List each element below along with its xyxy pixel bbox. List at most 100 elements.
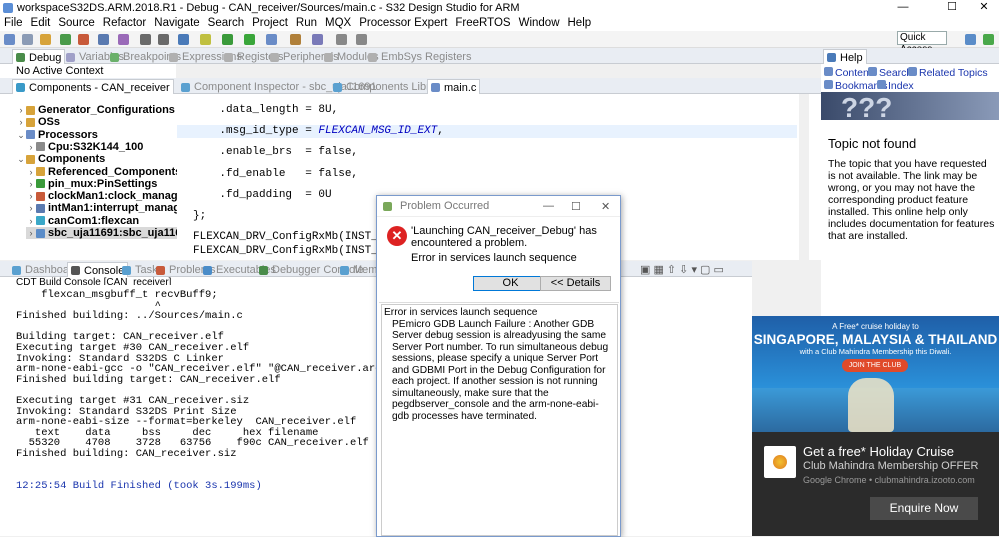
dialog-maximize-button[interactable]: ☐ bbox=[571, 200, 581, 213]
stop-icon[interactable] bbox=[78, 34, 89, 45]
help-link-related-topics[interactable]: Related Topics bbox=[908, 67, 988, 79]
ad-banner-image[interactable]: A Free* cruise holiday to SINGAPORE, MAL… bbox=[752, 316, 999, 432]
dialog-message: 'Launching CAN_receiver_Debug' has encou… bbox=[411, 225, 597, 249]
flash-icon[interactable] bbox=[98, 34, 109, 45]
tab-help-label: Help bbox=[840, 51, 863, 64]
tree-item-label: Referenced_Components bbox=[48, 165, 182, 178]
tab-embsys-registers[interactable]: EmbSys Registers bbox=[368, 50, 471, 64]
tab-components[interactable]: Components - CAN_receiver bbox=[12, 79, 174, 95]
perspective-c-icon[interactable] bbox=[983, 34, 994, 45]
nav-forward-icon[interactable] bbox=[356, 34, 367, 45]
related-topics-icon bbox=[908, 67, 917, 76]
debug-status: No Active Context bbox=[16, 65, 104, 77]
step-into-icon[interactable] bbox=[140, 34, 151, 45]
expressions-icon bbox=[169, 52, 178, 62]
join-the-club-button[interactable]: JOIN THE CLUB bbox=[842, 359, 908, 372]
tree-item[interactable]: › OSs bbox=[16, 116, 61, 128]
menu-edit[interactable]: Edit bbox=[27, 17, 55, 29]
help-tabbar: Help bbox=[821, 48, 999, 65]
tree-item[interactable]: ⌄ Processors bbox=[16, 129, 98, 141]
menu-source[interactable]: Source bbox=[54, 17, 98, 29]
menu-mqx[interactable]: MQX bbox=[321, 17, 355, 29]
close-window-button[interactable]: ✕ bbox=[969, 0, 999, 15]
tree-node-icon bbox=[26, 117, 35, 127]
debug-icon[interactable] bbox=[60, 34, 71, 45]
tab-main-c-label: main.c bbox=[444, 81, 477, 94]
terminate-icon[interactable] bbox=[178, 34, 189, 45]
tree-item[interactable]: › Cpu:S32K144_100 bbox=[26, 141, 144, 153]
external-tools-icon[interactable] bbox=[266, 34, 277, 45]
index-icon bbox=[877, 80, 886, 89]
maximize-button[interactable]: ☐ bbox=[937, 0, 967, 15]
tree-twisty-icon[interactable]: › bbox=[26, 202, 36, 214]
new-icon[interactable] bbox=[4, 34, 15, 45]
console-actions[interactable]: ▣ ▦ ⇧ ⇩ ▾ ▢ ▭ bbox=[640, 263, 724, 277]
open-type-icon[interactable] bbox=[290, 34, 301, 45]
tree-twisty-icon[interactable]: › bbox=[16, 116, 26, 128]
step-over-icon[interactable] bbox=[158, 34, 169, 45]
details-body: PEmicro GDB Launch Failure : Another GDB… bbox=[392, 318, 609, 422]
tree-node-icon bbox=[36, 142, 45, 152]
tab-main-c[interactable]: main.c bbox=[427, 79, 481, 95]
tree-twisty-icon[interactable]: ⌄ bbox=[16, 153, 26, 165]
tree-twisty-icon[interactable]: › bbox=[16, 104, 26, 116]
menu-freertos[interactable]: FreeRTOS bbox=[451, 17, 514, 29]
menu-window[interactable]: Window bbox=[515, 17, 564, 29]
build-icon[interactable] bbox=[40, 34, 51, 45]
help-link-search[interactable]: Search bbox=[868, 67, 912, 79]
tree-item[interactable]: ⌄ Components bbox=[16, 153, 105, 165]
app-icon bbox=[3, 2, 13, 13]
ad-source: Google Chrome • clubmahindra.izooto.com bbox=[803, 475, 975, 485]
tree-twisty-icon[interactable]: ⌄ bbox=[16, 129, 26, 141]
menu-navigate[interactable]: Navigate bbox=[150, 17, 203, 29]
tree-twisty-icon[interactable]: › bbox=[26, 215, 36, 227]
menu-refactor[interactable]: Refactor bbox=[99, 17, 150, 29]
ok-button[interactable]: OK bbox=[473, 276, 548, 291]
run-icon[interactable] bbox=[222, 34, 233, 45]
search-icon bbox=[868, 67, 877, 76]
menu-processor-expert[interactable]: Processor Expert bbox=[355, 17, 451, 29]
problems-icon bbox=[156, 265, 165, 275]
minimize-button[interactable]: — bbox=[888, 0, 918, 15]
tree-twisty-icon[interactable]: › bbox=[26, 141, 36, 153]
tree-twisty-icon[interactable]: › bbox=[26, 227, 36, 239]
tab-console[interactable]: Console bbox=[67, 262, 129, 278]
tree-item[interactable]: › canCom1:flexcan bbox=[26, 215, 140, 227]
save-icon[interactable] bbox=[22, 34, 33, 45]
tree-item[interactable]: › sbc_uja11691:sbc_uja1169 bbox=[26, 227, 188, 239]
tree-item[interactable]: › intMan1:interrupt_manager bbox=[26, 202, 191, 214]
help-link-index[interactable]: Index bbox=[877, 80, 914, 92]
menu-help[interactable]: Help bbox=[564, 17, 596, 29]
details-button[interactable]: << Details bbox=[540, 276, 611, 291]
tree-item-label: Generator_Configurations bbox=[38, 104, 175, 116]
tree-node-icon bbox=[36, 179, 45, 189]
tree-twisty-icon[interactable]: › bbox=[26, 190, 36, 202]
nav-back-icon[interactable] bbox=[336, 34, 347, 45]
tree-item[interactable]: › pin_mux:PinSettings bbox=[26, 178, 158, 190]
tree-item[interactable]: › Generator_Configurations bbox=[16, 104, 175, 116]
menu-search[interactable]: Search bbox=[204, 17, 248, 29]
menu-file[interactable]: File bbox=[0, 17, 27, 29]
processor-expert-icon[interactable] bbox=[118, 34, 129, 45]
help-banner: ??? bbox=[821, 92, 999, 120]
dialog-minimize-button[interactable]: — bbox=[543, 200, 554, 212]
tree-item[interactable]: › Referenced_Components bbox=[26, 165, 182, 178]
breakpoint-icon bbox=[110, 52, 119, 62]
quick-access-input[interactable]: Quick Access bbox=[897, 31, 947, 55]
details-text-area[interactable]: Error in services launch sequence PEmicr… bbox=[381, 304, 618, 536]
search-icon[interactable] bbox=[200, 34, 211, 45]
editor-scrollbar[interactable] bbox=[799, 94, 809, 260]
debug-launch-icon[interactable] bbox=[244, 34, 255, 45]
tab-debug[interactable]: Debug bbox=[12, 49, 66, 65]
console-line: Finished building: CAN_receiver.siz bbox=[16, 448, 237, 460]
tree-twisty-icon[interactable]: › bbox=[26, 166, 36, 178]
tab-help[interactable]: Help bbox=[823, 49, 867, 65]
tree-item[interactable]: › clockMan1:clock_manager bbox=[26, 190, 189, 202]
menu-project[interactable]: Project bbox=[248, 17, 292, 29]
enquire-now-button[interactable]: Enquire Now bbox=[870, 497, 978, 520]
perspective-debug-icon[interactable] bbox=[965, 34, 976, 45]
tree-twisty-icon[interactable]: › bbox=[26, 178, 36, 190]
open-task-icon[interactable] bbox=[312, 34, 323, 45]
dialog-close-button[interactable]: ✕ bbox=[601, 200, 610, 213]
menu-run[interactable]: Run bbox=[292, 17, 321, 29]
